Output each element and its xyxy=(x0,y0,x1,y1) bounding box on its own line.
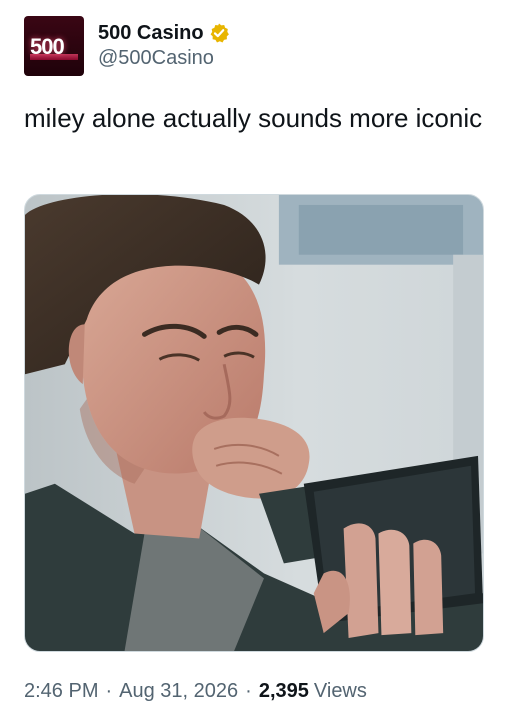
meta-separator: · xyxy=(105,679,113,702)
tweet-meta: 2:46 PM · Aug 31, 2026 · 2,395 Views xyxy=(24,676,367,706)
display-name-row: 500 Casino xyxy=(98,21,230,45)
verified-badge-icon xyxy=(208,22,230,44)
views-count[interactable]: 2,395 xyxy=(259,680,309,703)
tweet-header: 500 500 Casino @500Casino xyxy=(24,14,490,78)
user-handle[interactable]: @500Casino xyxy=(98,45,230,71)
meta-separator: · xyxy=(245,679,252,702)
avatar[interactable]: 500 xyxy=(24,16,84,76)
avatar-logo-stripe xyxy=(30,54,78,60)
display-name[interactable]: 500 Casino xyxy=(98,21,204,45)
tweet-date[interactable]: Aug 31, 2026 xyxy=(119,680,238,703)
tweet-time[interactable]: 2:46 PM xyxy=(24,680,98,703)
author-names: 500 Casino @500Casino xyxy=(98,21,230,71)
photo-of-man-looking-at-tablet-icon xyxy=(25,195,483,651)
views-label: Views xyxy=(313,679,367,702)
tweet-media[interactable] xyxy=(24,194,484,652)
tweet-text: miley alone actually sounds more iconic xyxy=(24,103,483,133)
